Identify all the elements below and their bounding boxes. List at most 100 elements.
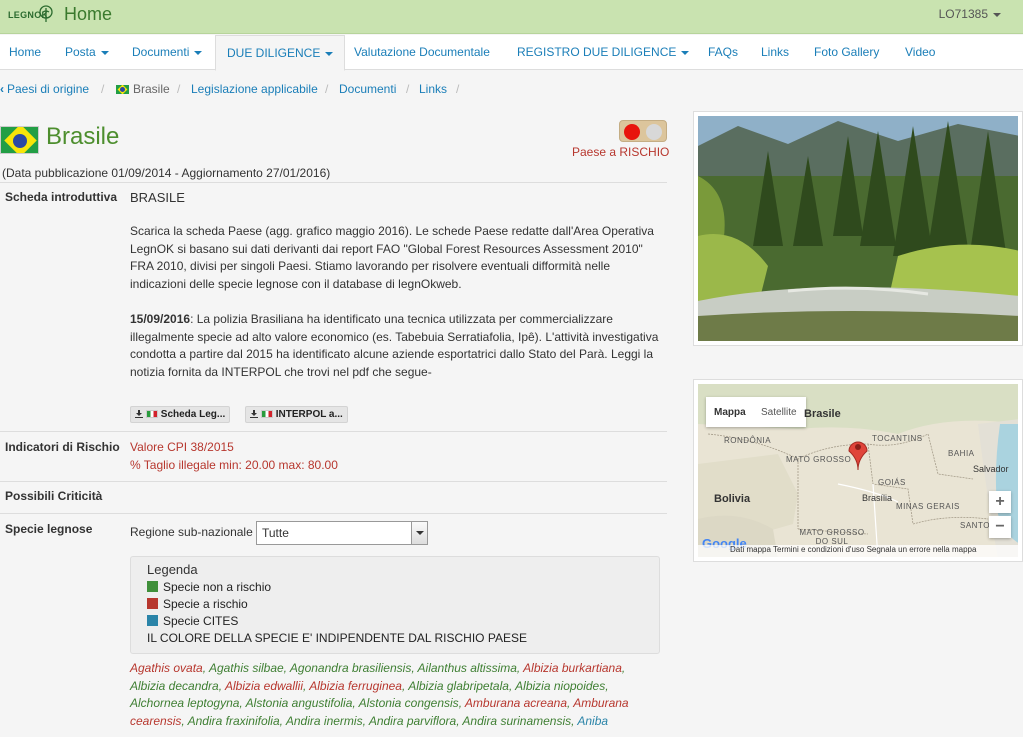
map-tab-satellite[interactable]: Satellite [761, 407, 797, 418]
blue-swatch-icon [147, 615, 158, 626]
row-label-indicatori: Indicatori di Rischio [5, 440, 120, 454]
breadcrumb-label: Legislazione applicabile [191, 82, 318, 96]
brazil-flag-icon [0, 126, 39, 154]
breadcrumb-paesi[interactable]: ‹ Paesi di origine [0, 82, 89, 96]
map-label: GOIÁS [878, 478, 906, 487]
legend-item: Specie CITES [147, 614, 238, 628]
main-nav: Home Posta Documenti DUE DILIGENCE Valut… [0, 35, 1023, 71]
map-marker-icon[interactable] [847, 437, 869, 471]
page-title[interactable]: Home [64, 4, 112, 25]
nav-due-diligence[interactable]: DUE DILIGENCE [215, 35, 346, 71]
dropdown-arrow-icon[interactable] [411, 522, 427, 544]
species-item: Albizia niopoides [515, 678, 606, 693]
breadcrumb-label: Documenti [339, 82, 397, 96]
legend-label: Specie non a rischio [163, 580, 272, 594]
nav-foto-gallery[interactable]: Foto Gallery [814, 35, 879, 70]
map-label: Brasile [804, 408, 841, 420]
map-label: Salvador [973, 464, 1009, 474]
nav-label: Home [9, 45, 42, 59]
nav-label: Valutazione Documentale [354, 45, 490, 59]
breadcrumb-separator: / [406, 82, 410, 96]
user-name: LO71385 [938, 7, 988, 21]
species-item: Agonandra brasiliensis [289, 661, 412, 675]
species-item: Aniba [577, 713, 609, 728]
nav-video[interactable]: Video [905, 35, 935, 70]
italy-flag-icon [261, 410, 273, 419]
zoom-in-button[interactable]: + [989, 491, 1011, 513]
row-label-criticita: Possibili Criticità [5, 489, 103, 503]
region-select-value: Tutte [262, 526, 289, 540]
breadcrumb-separator: / [101, 82, 105, 96]
nav-registro-due-diligence[interactable]: REGISTRO DUE DILIGENCE [517, 35, 690, 70]
legend-title: Legenda [147, 562, 198, 577]
nav-valutazione-documentale[interactable]: Valutazione Documentale [354, 35, 490, 70]
download-label: Scheda Leg... [160, 409, 226, 420]
legend-box: Legenda Specie non a rischio Specie a ri… [130, 556, 660, 654]
species-item: Alchornea leptogyna [130, 696, 240, 710]
species-separator: , [621, 661, 626, 675]
nav-posta[interactable]: Posta [65, 35, 109, 70]
map-label: BAHIA [948, 449, 975, 458]
breadcrumb-separator: / [177, 82, 181, 96]
region-select[interactable]: Tutte [256, 521, 428, 545]
nav-links[interactable]: Links [761, 35, 789, 70]
risk-label: Paese a RISCHIO [572, 145, 670, 159]
map-widget[interactable]: Mappa Satellite Brasile RONDÔNIA TOCANTI… [693, 379, 1023, 562]
breadcrumb-links[interactable]: Links [419, 82, 447, 96]
map-tab-mappa[interactable]: Mappa [714, 407, 746, 418]
nav-label: Foto Gallery [814, 45, 880, 59]
top-bar: LEGNOK Home LO71385 [0, 0, 1023, 34]
nav-documenti[interactable]: Documenti [132, 35, 203, 70]
breadcrumb-separator: / [325, 82, 329, 96]
map-canvas[interactable]: Mappa Satellite Brasile RONDÔNIA TOCANTI… [698, 384, 1018, 557]
nav-home[interactable]: Home [9, 35, 41, 70]
scheda-news: 15/09/2016: La polizia Brasiliana ha ide… [130, 311, 660, 381]
map-label: Brasília [862, 493, 893, 503]
zoom-out-button[interactable]: − [989, 516, 1011, 538]
species-item: Andira fraxinifolia [187, 713, 280, 728]
row-scheda [0, 182, 667, 432]
species-separator: , [605, 678, 609, 693]
forest-river-image [698, 116, 1018, 341]
species-item: Albizia burkartiana [523, 661, 622, 675]
species-item: Agathis silbae [208, 661, 284, 675]
row-label-scheda: Scheda introduttiva [5, 190, 118, 204]
breadcrumb-separator: / [456, 82, 460, 96]
species-item: Albizia glabripetala [408, 678, 509, 693]
nav-label: Links [761, 45, 790, 59]
map-label: MATO GROSSO [786, 455, 852, 464]
breadcrumb-label: Paesi di origine [7, 82, 90, 96]
leaf-icon [39, 5, 53, 22]
species-item: Ailanthus altissima [417, 661, 517, 675]
nav-label: FAQs [708, 45, 739, 59]
legend-label: Specie CITES [163, 614, 239, 628]
scheda-heading: BRASILE [130, 190, 185, 205]
legnok-logo[interactable]: LEGNOK [6, 4, 58, 28]
species-item: Alstonia angustifolia [245, 696, 353, 710]
map-footer-links[interactable]: Dati mappa Termini e condizioni d'uso Se… [730, 545, 976, 554]
brazil-flag-icon [116, 85, 129, 95]
download-interpol-button[interactable]: INTERPOL a... [245, 406, 348, 423]
legend-item: Specie a rischio [147, 597, 248, 611]
species-item: Amburana acreana [464, 696, 567, 710]
species-list: Agathis ovata, Agathis silbae, Agonandra… [130, 660, 650, 730]
breadcrumb-label: Brasile [133, 82, 170, 96]
taglio-value: % Taglio illegale min: 20.00 max: 80.00 [130, 458, 338, 472]
map-label: RONDÔNIA [724, 436, 772, 445]
italy-flag-icon [146, 410, 158, 419]
nav-faqs[interactable]: FAQs [708, 35, 738, 70]
breadcrumb-documenti[interactable]: Documenti [339, 82, 396, 96]
species-item: Agathis ovata [130, 661, 203, 675]
news-text: : La polizia Brasiliana ha identificato … [130, 312, 659, 379]
species-item: Andira inermis [285, 713, 363, 728]
breadcrumb-legislazione[interactable]: Legislazione applicabile [191, 82, 318, 96]
country-title: Brasile [46, 123, 120, 150]
nav-label: Documenti [132, 45, 190, 59]
species-item: Andira parviflora [368, 713, 457, 728]
red-swatch-icon [147, 598, 158, 609]
legend-note: IL COLORE DELLA SPECIE E' INDIPENDENTE D… [147, 631, 527, 645]
chevron-down-icon [325, 51, 334, 56]
user-menu[interactable]: LO71385 [939, 7, 1001, 21]
legend-item: Specie non a rischio [147, 580, 271, 594]
download-scheda-button[interactable]: Scheda Leg... [130, 406, 231, 423]
